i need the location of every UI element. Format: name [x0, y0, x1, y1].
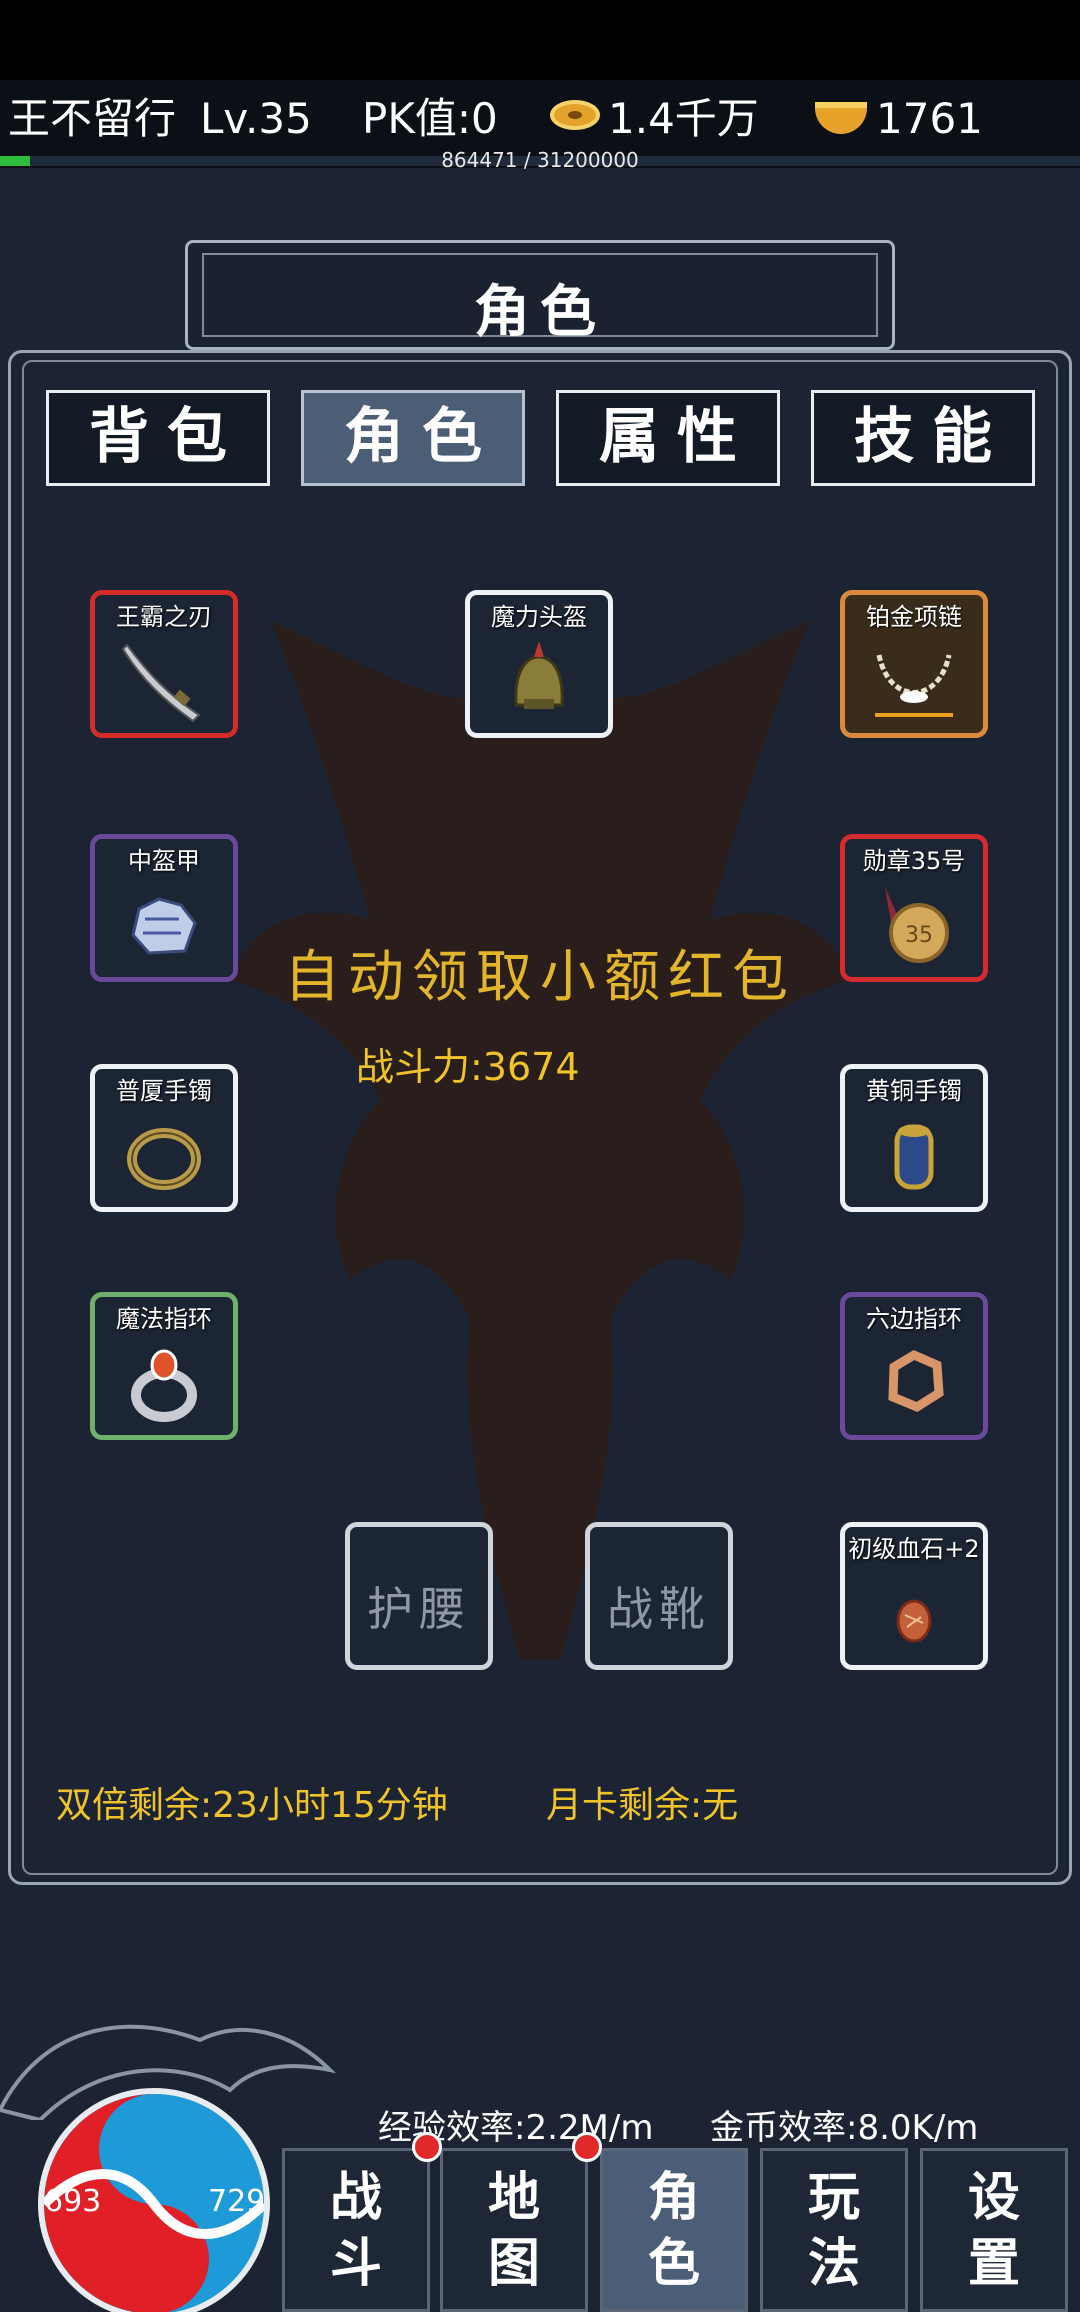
equip-slot-necklace[interactable]: 铂金项链 [840, 590, 988, 738]
nav-map[interactable]: 地图 [440, 2148, 588, 2312]
equip-name: 魔力头盔 [491, 603, 587, 631]
tab-skills[interactable]: 技能 [811, 390, 1035, 486]
auto-red-packet-banner[interactable]: 自动领取小额红包 [0, 932, 1080, 1013]
tab-attributes[interactable]: 属性 [556, 390, 780, 486]
equip-name: 六边指环 [866, 1305, 962, 1333]
tab-character[interactable]: 角色 [301, 390, 525, 486]
notification-dot-map [572, 2132, 602, 2162]
bracelet-icon [894, 1124, 934, 1190]
equip-slot-gem[interactable]: 初级血石+2 [840, 1522, 988, 1670]
notification-dot-battle [412, 2132, 442, 2162]
equip-name: 黄铜手镯 [866, 1077, 962, 1105]
phoenix-emblem-icon [230, 620, 850, 1660]
mp-value: 729 [208, 2184, 266, 2219]
nav-gameplay[interactable]: 玩法 [760, 2148, 908, 2312]
equip-name: 王霸之刃 [116, 603, 212, 631]
equip-slot-weapon[interactable]: 王霸之刃 [90, 590, 238, 738]
bloodstone-icon [896, 1599, 932, 1643]
nav-character[interactable]: 角色 [600, 2148, 748, 2312]
nav-label: 地图 [487, 2168, 540, 2294]
equip-slot-boots[interactable]: 战靴 [585, 1522, 733, 1670]
hex-ring-icon [888, 1349, 944, 1413]
panel-title-plate: 角色 [185, 240, 895, 350]
equip-slot-bracelet-right[interactable]: 黄铜手镯 [840, 1064, 988, 1212]
panel-title: 角色 [474, 280, 606, 345]
helmet-icon [514, 641, 564, 709]
gold-amount: 1.4千万 [608, 94, 759, 143]
equip-name: 中盔甲 [128, 847, 200, 875]
equip-name: 铂金项链 [866, 603, 962, 631]
tab-backpack[interactable]: 背包 [46, 390, 270, 486]
empty-slot-label: 战靴 [607, 1582, 711, 1636]
player-level: Lv.35 [200, 94, 312, 143]
necklace-icon [875, 654, 953, 717]
nav-settings[interactable]: 设置 [920, 2148, 1068, 2312]
combat-power: 战斗力:3674 [356, 1045, 580, 1089]
player-name: 王不留行 [8, 94, 177, 143]
equip-name: 勋章35号 [862, 847, 966, 875]
empty-slot-label: 护腰 [367, 1582, 471, 1636]
nav-label: 设置 [967, 2168, 1020, 2294]
status-bar [0, 0, 1080, 80]
gold-coin-icon [550, 100, 600, 130]
gold-rate: 金币效率:8.0K/m [710, 2108, 979, 2148]
bracelet-icon [127, 1128, 201, 1190]
blade-icon [121, 643, 201, 723]
equip-slot-ring-right[interactable]: 六边指环 [840, 1292, 988, 1440]
pk-value: PK值:0 [362, 94, 498, 143]
nav-label: 角色 [647, 2168, 700, 2294]
equip-slot-helmet[interactable]: 魔力头盔 [465, 590, 613, 738]
nav-battle[interactable]: 战斗 [282, 2148, 430, 2312]
game-screen: 王不留行 Lv.35 PK值:0 1.4千万 1761 864471 / 312… [0, 0, 1080, 2312]
double-exp-remaining: 双倍剩余:23小时15分钟 [56, 1785, 448, 1826]
ingot-icon [815, 102, 867, 134]
equip-slot-bracelet-left[interactable]: 普厦手镯 [90, 1064, 238, 1212]
hp-value: 693 [44, 2184, 102, 2219]
nav-label: 战斗 [329, 2168, 382, 2294]
equip-slot-ring-left[interactable]: 魔法指环 [90, 1292, 238, 1440]
ingot-amount: 1761 [876, 94, 983, 143]
equip-name: 初级血石+2 [848, 1535, 980, 1563]
nav-label: 玩法 [807, 2168, 860, 2294]
month-card-remaining: 月卡剩余:无 [546, 1785, 739, 1826]
equip-name: 普厦手镯 [116, 1077, 212, 1105]
equip-name: 魔法指环 [116, 1305, 212, 1333]
exp-text: 864471 / 31200000 [441, 148, 639, 172]
ring-icon [131, 1349, 197, 1422]
equip-slot-belt[interactable]: 护腰 [345, 1522, 493, 1670]
